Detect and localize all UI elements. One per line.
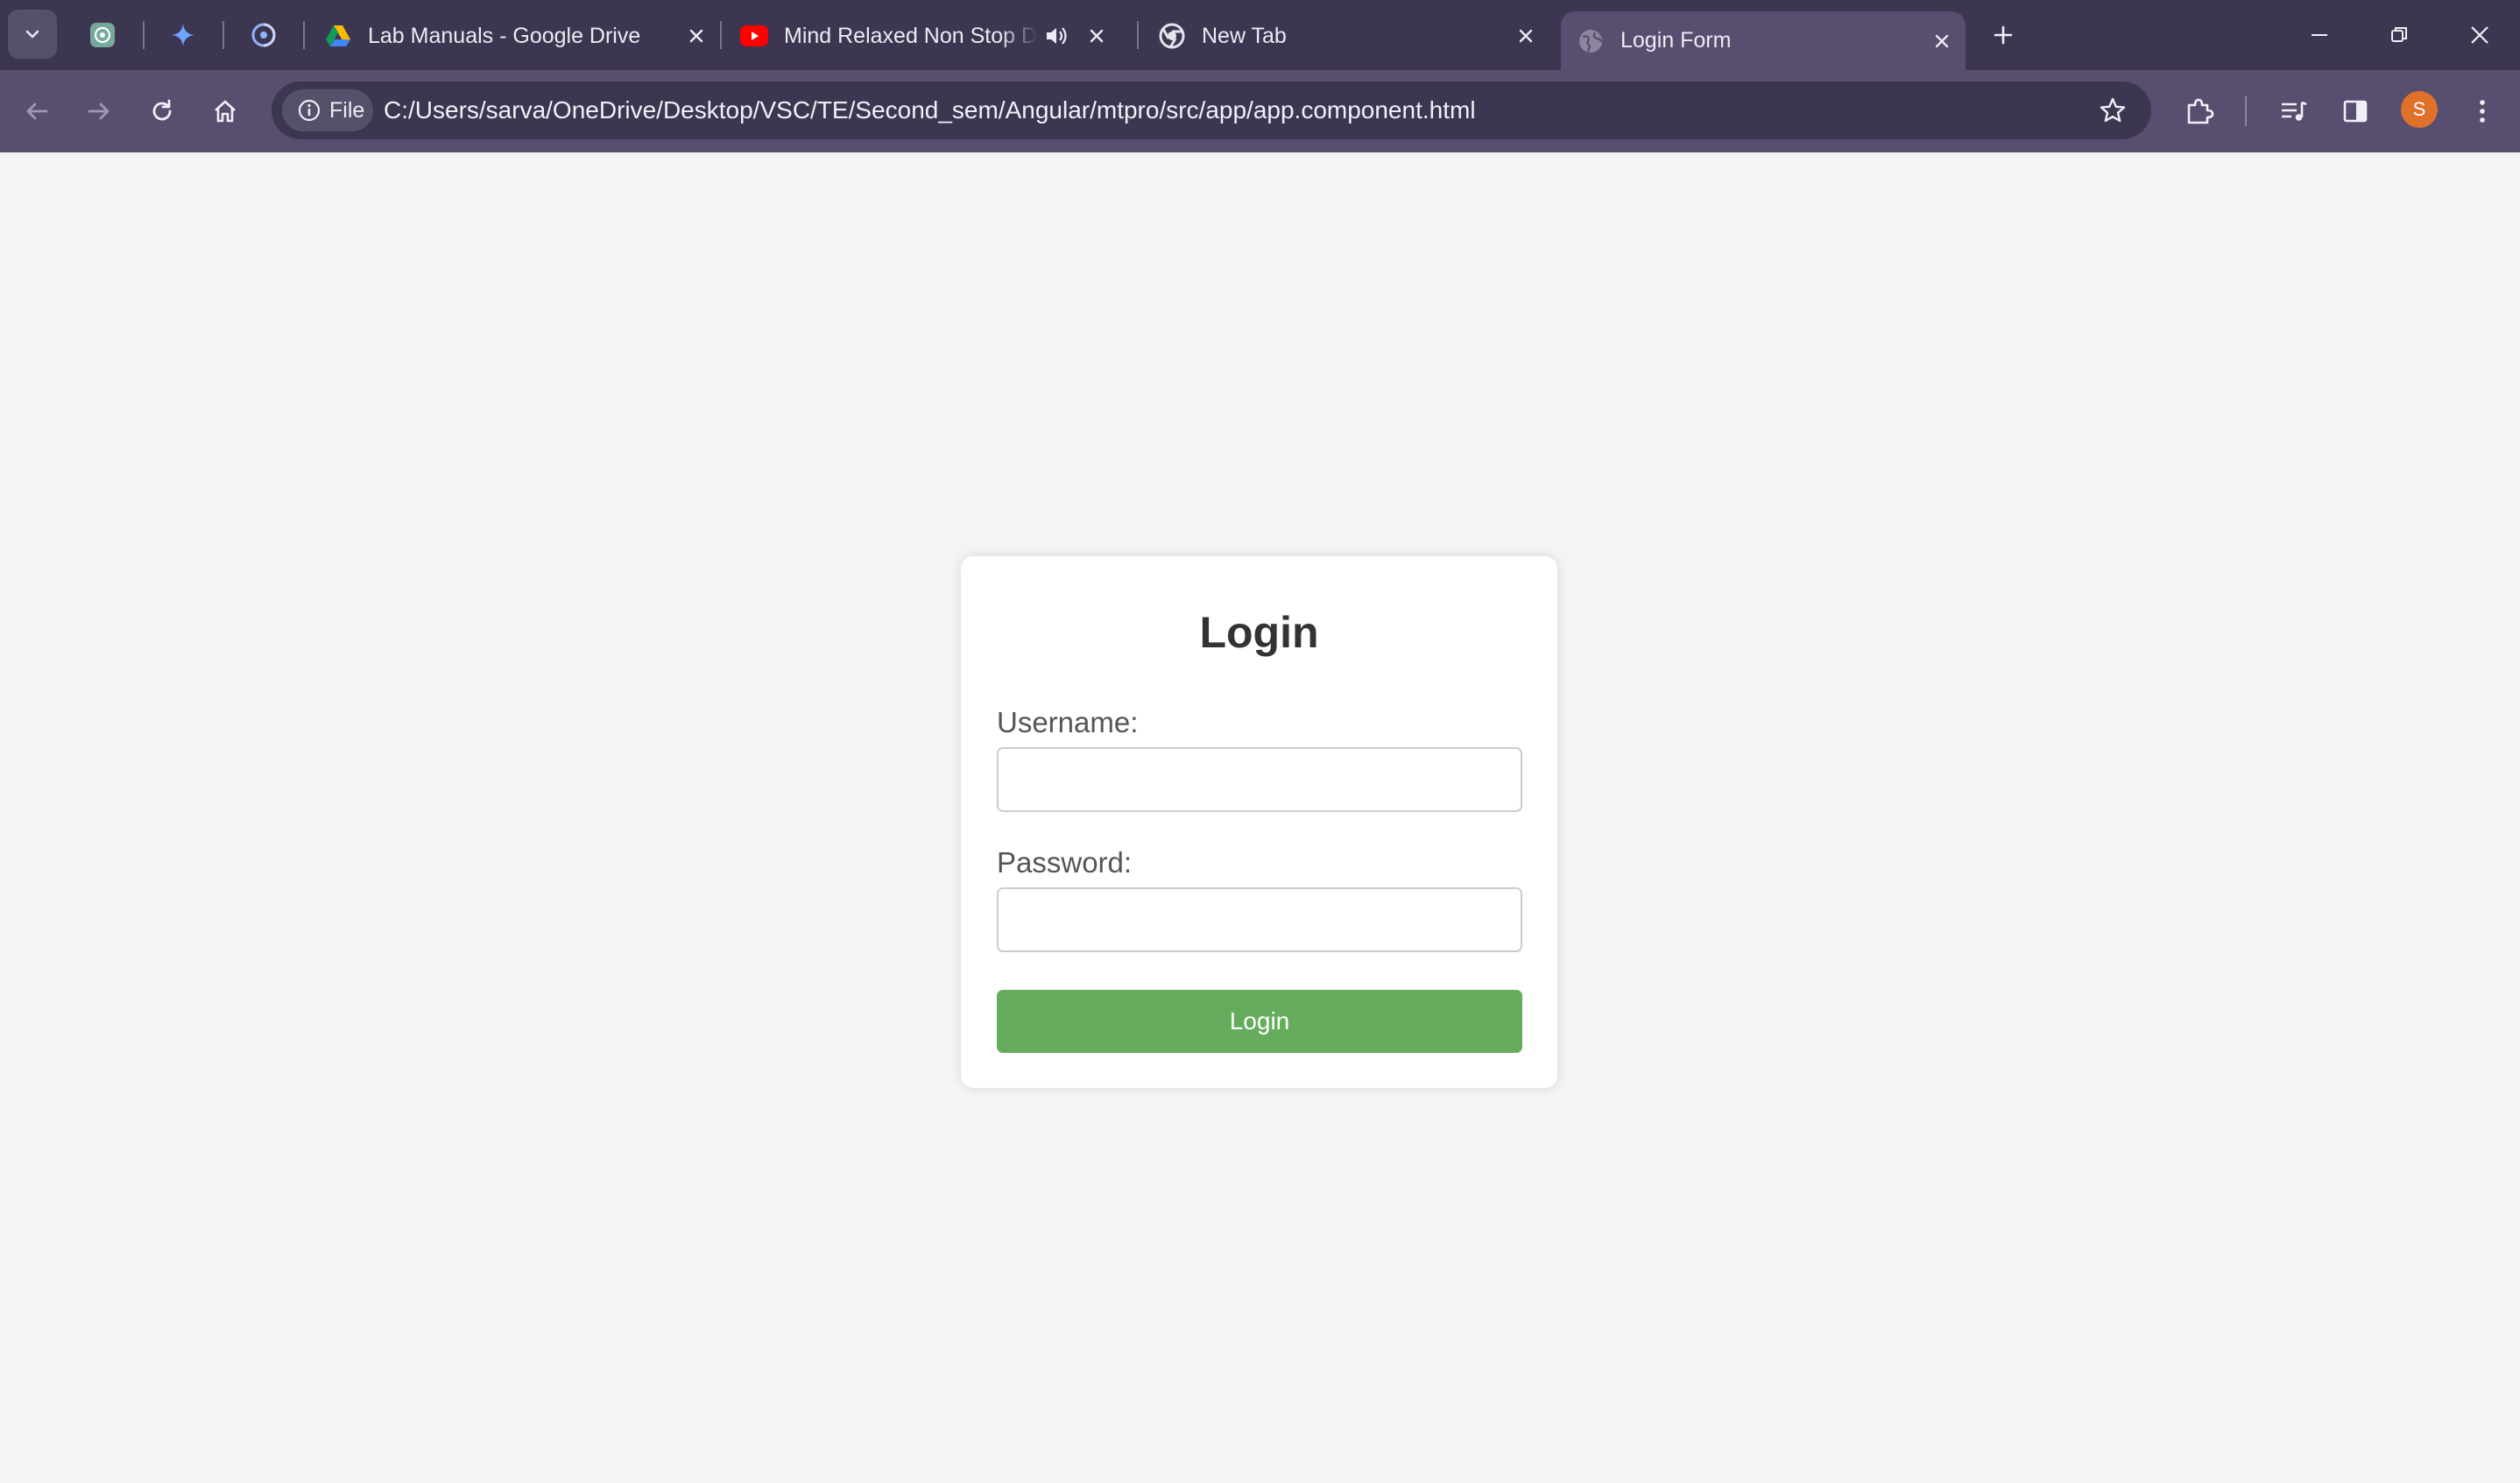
page-content: Login Username: Password: Login (0, 152, 2520, 1483)
minimize-icon (2312, 34, 2327, 36)
password-label: Password: (997, 846, 1133, 879)
window-close-button[interactable] (2453, 12, 2506, 58)
pinned-tab-gemini[interactable] (164, 16, 202, 54)
browser-toolbar: File C:/Users/sarva/OneDrive/Desktop/VSC… (0, 70, 2520, 152)
chatgpt-icon (90, 23, 115, 47)
tab-new-tab[interactable]: New Tab (1158, 12, 1539, 60)
close-icon[interactable] (1929, 28, 1955, 54)
login-card: Login Username: Password: Login (961, 556, 1557, 1088)
tab-separator (303, 21, 305, 49)
tab-separator (222, 21, 224, 49)
forward-button[interactable] (75, 88, 123, 135)
bookmark-star-button[interactable] (2092, 89, 2134, 131)
plus-icon (1994, 25, 2013, 45)
tab-mind-relaxed[interactable]: Mind Relaxed Non Stop Dance (740, 12, 1119, 60)
tab-login-form[interactable]: Login Form (1561, 11, 1966, 70)
tab-separator (720, 21, 722, 49)
restore-button[interactable] (2373, 12, 2425, 58)
arrow-left-icon (26, 102, 48, 120)
app-icon (251, 23, 276, 47)
restore-icon (2391, 27, 2407, 42)
close-icon[interactable] (1084, 23, 1110, 49)
url-text[interactable]: C:/Users/sarva/OneDrive/Desktop/VSC/TE/S… (384, 81, 1476, 139)
menu-button[interactable] (2459, 88, 2506, 135)
chrome-icon (1158, 22, 1186, 50)
username-label: Username: (997, 706, 1139, 738)
google-drive-icon (324, 22, 352, 50)
new-tab-button[interactable] (1984, 16, 2022, 54)
arrow-right-icon (88, 102, 109, 120)
toolbar-separator (2245, 96, 2247, 126)
address-bar[interactable]: File C:/Users/sarva/OneDrive/Desktop/VSC… (272, 81, 2151, 139)
tab-search-button[interactable] (8, 10, 57, 59)
media-queue-icon (2282, 101, 2307, 121)
tab-title: Login Form (1620, 28, 1732, 53)
tab-title: Lab Manuals - Google Drive (368, 23, 641, 48)
close-icon (2471, 26, 2488, 44)
login-heading: Login (1199, 608, 1319, 657)
globe-icon (1577, 27, 1605, 55)
tab-title: New Tab (1202, 23, 1287, 48)
speaker-icon[interactable] (1043, 23, 1069, 49)
minimize-button[interactable] (2293, 12, 2346, 58)
info-icon (296, 97, 322, 124)
scheme-label: File (329, 97, 365, 123)
close-icon[interactable] (683, 23, 709, 49)
home-button[interactable] (201, 88, 249, 135)
reload-icon (152, 99, 172, 121)
back-button[interactable] (13, 88, 60, 135)
tab-separator (143, 21, 145, 49)
tab-lab-manuals[interactable]: Lab Manuals - Google Drive (324, 12, 709, 60)
extensions-button[interactable] (2176, 88, 2223, 135)
star-icon (2100, 97, 2126, 123)
gemini-icon (172, 24, 194, 46)
side-panel-icon (2343, 100, 2368, 123)
media-controls-button[interactable] (2270, 88, 2318, 135)
home-icon (215, 100, 236, 123)
side-panel-button[interactable] (2332, 88, 2379, 135)
more-vert-icon (2480, 100, 2485, 123)
pinned-tab-chatgpt[interactable] (83, 16, 122, 54)
close-icon[interactable] (1513, 23, 1539, 49)
puzzle-icon (2187, 98, 2214, 124)
login-button[interactable]: Login (997, 990, 1522, 1053)
tab-separator (1137, 21, 1139, 49)
tab-strip: Lab Manuals - Google Drive Mind Relaxed … (0, 0, 2520, 70)
site-info-chip[interactable]: File (282, 89, 373, 131)
reload-button[interactable] (138, 88, 186, 135)
pinned-tab-app[interactable] (244, 16, 283, 54)
youtube-icon (740, 22, 768, 50)
username-input[interactable] (997, 747, 1522, 812)
chevron-down-icon (25, 30, 39, 39)
tab-title: Mind Relaxed Non Stop Dance (784, 23, 1038, 48)
profile-avatar[interactable]: S (2401, 91, 2438, 128)
password-input[interactable] (997, 887, 1522, 952)
